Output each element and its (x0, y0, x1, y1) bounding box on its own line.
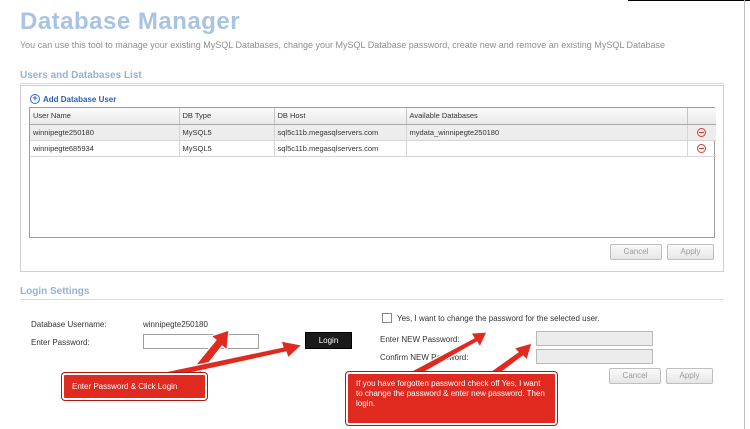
table-row[interactable]: winnipegte685934 MySQL5 sql5c11b.megasql… (30, 140, 716, 157)
column-header-user-name[interactable]: User Name (30, 108, 180, 125)
column-header-db-host[interactable]: DB Host (274, 108, 407, 125)
login-section-title: Login Settings (20, 286, 90, 297)
password-label: Enter Password: (31, 338, 90, 347)
users-cancel-button[interactable]: Cancel (610, 244, 662, 260)
login-cancel-button[interactable]: Cancel (609, 368, 661, 384)
cell-available-databases: mydata_winnipegte250180 (406, 124, 688, 141)
window-edge (628, 0, 750, 4)
plus-circle-icon: + (30, 94, 40, 104)
cell-available-databases (406, 140, 688, 157)
database-username-label: Database Username: (31, 320, 107, 329)
login-button[interactable]: Login (305, 332, 352, 349)
cell-delete (687, 124, 716, 141)
table-header-row: User Name DB Type DB Host Available Data… (30, 108, 716, 125)
column-header-available-databases[interactable]: Available Databases (406, 108, 688, 125)
confirm-password-label: Confirm NEW Password: (380, 353, 469, 362)
users-apply-button[interactable]: Apply (667, 244, 714, 260)
add-user-label: Add Database User (43, 94, 117, 104)
cell-delete (687, 140, 716, 157)
table-row[interactable]: winnipegte250180 MySQL5 sql5c11b.megasql… (30, 124, 716, 141)
cell-user-name: winnipegte685934 (30, 140, 180, 157)
new-password-input[interactable] (536, 331, 653, 346)
database-username-value: winnipegte250180 (143, 320, 208, 329)
users-panel: + Add Database User User Name DB Type DB… (20, 85, 724, 272)
change-password-checkbox[interactable] (382, 313, 392, 323)
forgot-password-callout: If you have forgotten password check off… (346, 372, 557, 425)
page-description: You can use this tool to manage your exi… (20, 40, 666, 50)
delete-user-icon[interactable] (697, 127, 707, 137)
cell-db-type: MySQL5 (179, 124, 275, 141)
password-input[interactable] (143, 334, 259, 349)
change-password-label: Yes, I want to change the password for t… (397, 314, 600, 323)
users-section-title: Users and Databases List (20, 70, 142, 81)
delete-user-icon[interactable] (697, 143, 707, 153)
cell-db-host: sql5c11b.megasqlservers.com (274, 124, 407, 141)
cell-user-name: winnipegte250180 (30, 124, 180, 141)
confirm-password-input[interactable] (536, 349, 653, 364)
login-apply-button[interactable]: Apply (666, 368, 713, 384)
column-header-db-type[interactable]: DB Type (179, 108, 275, 125)
section-divider (20, 299, 724, 300)
column-header-actions (687, 108, 716, 125)
cell-db-host: sql5c11b.megasqlservers.com (274, 140, 407, 157)
section-divider (20, 83, 724, 84)
add-database-user-link[interactable]: + Add Database User (30, 94, 116, 104)
users-table: User Name DB Type DB Host Available Data… (29, 107, 716, 238)
cell-db-type: MySQL5 (179, 140, 275, 157)
login-hint-callout: Enter Password & Click Login (62, 373, 207, 400)
scrollbar-edge (744, 0, 745, 429)
new-password-label: Enter NEW Password: (380, 335, 460, 344)
page-title: Database Manager (20, 8, 241, 35)
